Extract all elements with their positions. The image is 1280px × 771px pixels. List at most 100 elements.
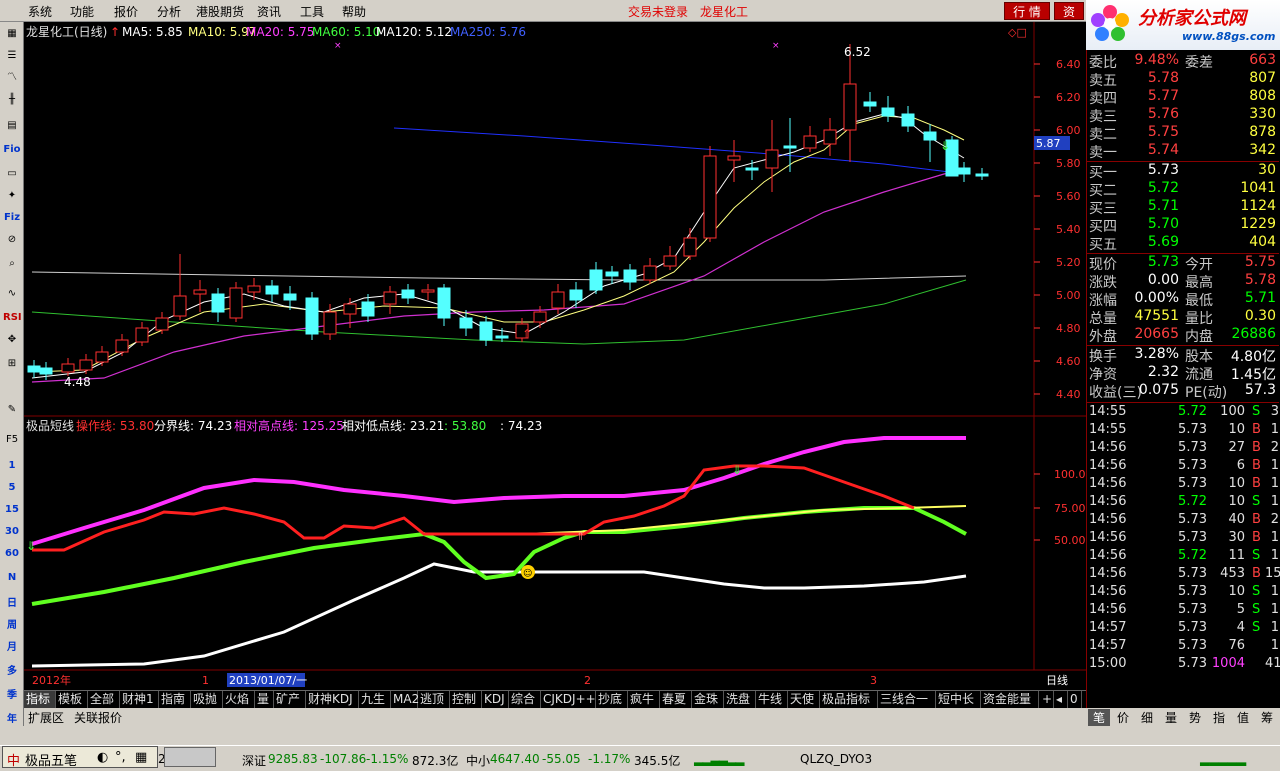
indicator-tab-6[interactable]: 火焰 [223,691,255,709]
buy-level-2[interactable]: 买二 5.72 1041 [1087,180,1279,199]
stat-row-0[interactable]: 现价 5.73 今开 5.75 [1087,254,1279,273]
period-1min[interactable]: 1 [3,458,21,474]
stat-row-7[interactable]: 收益(三) 0.075 PE(动) 57.3 [1087,382,1279,401]
move-icon[interactable]: ✥ [3,332,21,348]
sell-level-2[interactable]: 卖二 5.75 878 [1087,124,1279,143]
quote-tab-1[interactable]: 价 [1112,709,1134,726]
tool-rsi[interactable]: RSI [3,310,22,326]
kline-icon[interactable]: ╫ [3,92,21,108]
period-week[interactable]: 周 [3,618,21,634]
quote-tab-4[interactable]: 势 [1184,709,1206,726]
menu-quote[interactable]: 报价 [114,3,138,20]
wave-icon[interactable]: ∿ [3,286,21,302]
sell-level-5[interactable]: 卖五 5.78 807 [1087,70,1279,89]
quote-tab-0[interactable]: 笔 [1088,709,1110,726]
grid-icon[interactable]: ▦ [3,26,21,42]
indicator-tab-8[interactable]: 矿产 [274,691,306,709]
market-button[interactable]: 行 情 [1004,2,1050,20]
menu-analysis[interactable]: 分析 [157,3,181,20]
tab-related-quote[interactable]: 关联报价 [72,709,124,726]
period-5min[interactable]: 5 [3,480,21,496]
sell-level-3[interactable]: 卖三 5.76 330 [1087,106,1279,125]
indicator-tab-3[interactable]: 财神1 [120,691,159,709]
tool-f5[interactable]: F5 [3,432,21,448]
sell-level-4[interactable]: 卖四 5.77 808 [1087,88,1279,107]
period-day[interactable]: 日 [3,596,21,612]
indicator-tab-10[interactable]: 九生 [359,691,391,709]
period-n[interactable]: N [3,570,21,586]
menu-tools[interactable]: 工具 [300,3,324,20]
sell-level-1[interactable]: 卖一 5.74 342 [1087,142,1279,161]
indicator-tab-26[interactable]: 短中长 [936,691,981,709]
indicator-tab-18[interactable]: 疯牛 [628,691,660,709]
indicator-tab-12[interactable]: 逃顶 [418,691,450,709]
doc-icon[interactable]: ▭ [3,166,21,182]
calc-icon[interactable]: ⊘ [3,232,21,248]
indicator-tab-17[interactable]: 抄底 [596,691,628,709]
indicator-tab-16[interactable]: CJKDJ++ [541,691,596,709]
indicator-tab-23[interactable]: 天使 [788,691,820,709]
plus-icon[interactable]: + [1040,691,1054,709]
zero-icon[interactable]: 0 [1068,691,1082,709]
period-season[interactable]: 季 [3,688,21,704]
quote-tab-5[interactable]: 指 [1208,709,1230,726]
pen-icon[interactable]: ✎ [3,402,21,418]
indicator-tab-9[interactable]: 财神KDJ [306,691,359,709]
indicator-tab-13[interactable]: 控制 [450,691,482,709]
indicator-tab-22[interactable]: 牛线 [756,691,788,709]
zoom-icon[interactable]: ⊞ [3,356,21,372]
buy-level-5[interactable]: 买五 5.69 404 [1087,234,1279,253]
indicator-tab-0[interactable]: 指标 [24,691,56,709]
indicator-tab-15[interactable]: 综合 [509,691,541,709]
indicator-tab-11[interactable]: MA2 [391,691,419,709]
period-30min[interactable]: 30 [3,524,21,540]
period-60min[interactable]: 60 [3,546,21,562]
menu-function[interactable]: 功能 [70,3,94,20]
chart-area[interactable]: 龙星化工(日线) ↑ MA5: 5.85 MA10: 5.97 MA20: 5.… [24,22,1086,690]
period-15min[interactable]: 15 [3,502,21,518]
info-button[interactable]: 资 [1054,2,1084,20]
quote-tab-2[interactable]: 细 [1136,709,1158,726]
login-status[interactable]: 交易未登录 [628,3,688,20]
tab-extension-area[interactable]: 扩展区 [26,709,66,726]
stat-row-6[interactable]: 净资 2.32 流通 1.45亿 [1087,364,1279,383]
indicator-tab-19[interactable]: 春夏 [660,691,692,709]
command-input[interactable] [164,747,216,767]
period-multi[interactable]: 多 [3,664,21,680]
menu-help[interactable]: 帮助 [342,3,366,20]
indicator-tab-5[interactable]: 吸抛 [191,691,223,709]
indicator-tab-1[interactable]: 模板 [56,691,88,709]
stat-row-1[interactable]: 涨跌 0.00 最高 5.78 [1087,272,1279,291]
indicator-tab-14[interactable]: KDJ [482,691,509,709]
tool-fio[interactable]: Fio [3,142,21,158]
search-icon[interactable]: ⌕ [3,256,21,272]
menu-news[interactable]: 资讯 [257,3,281,20]
indicator-tab-20[interactable]: 金珠 [692,691,724,709]
line-chart-icon[interactable]: 〽 [3,70,21,86]
stat-row-4[interactable]: 外盘 20665 内盘 26886 [1087,326,1279,345]
indicator-tab-21[interactable]: 洗盘 [724,691,756,709]
ime-bar[interactable]: 中 极品五笔 ◐ °, ▦ [2,746,158,769]
left-arrow-icon[interactable]: ◂ [1054,691,1068,709]
menu-hk-futures[interactable]: 港股期货 [196,3,244,20]
stat-row-3[interactable]: 总量 47551 量比 0.30 [1087,308,1279,327]
period-month[interactable]: 月 [3,640,21,656]
stat-row-5[interactable]: 换手 3.28% 股本 4.80亿 [1087,346,1279,365]
buy-level-3[interactable]: 买三 5.71 1124 [1087,198,1279,217]
buy-level-4[interactable]: 买四 5.70 1229 [1087,216,1279,235]
indicator-tab-2[interactable]: 全部 [88,691,120,709]
indicator-tab-4[interactable]: 指南 [159,691,191,709]
indicator-tab-24[interactable]: 极品指标 [820,691,878,709]
quote-tab-3[interactable]: 量 [1160,709,1182,726]
indicator-tab-25[interactable]: 三线合一 [878,691,936,709]
kline-chart[interactable]: 龙星化工(日线) ↑ MA5: 5.85 MA10: 5.97 MA20: 5.… [24,22,1086,690]
indicator-tab-7[interactable]: 量 [255,691,274,709]
menu-system[interactable]: 系统 [28,3,52,20]
star-icon[interactable]: ✦ [3,188,21,204]
quote-tab-6[interactable]: 值 [1232,709,1254,726]
list-icon[interactable]: ☰ [3,48,21,64]
stat-row-2[interactable]: 涨幅 0.00% 最低 5.71 [1087,290,1279,309]
table-icon[interactable]: ▤ [3,118,21,134]
tool-fiz[interactable]: Fiz [3,210,21,226]
indicator-tab-27[interactable]: 资金能量 [981,691,1039,709]
